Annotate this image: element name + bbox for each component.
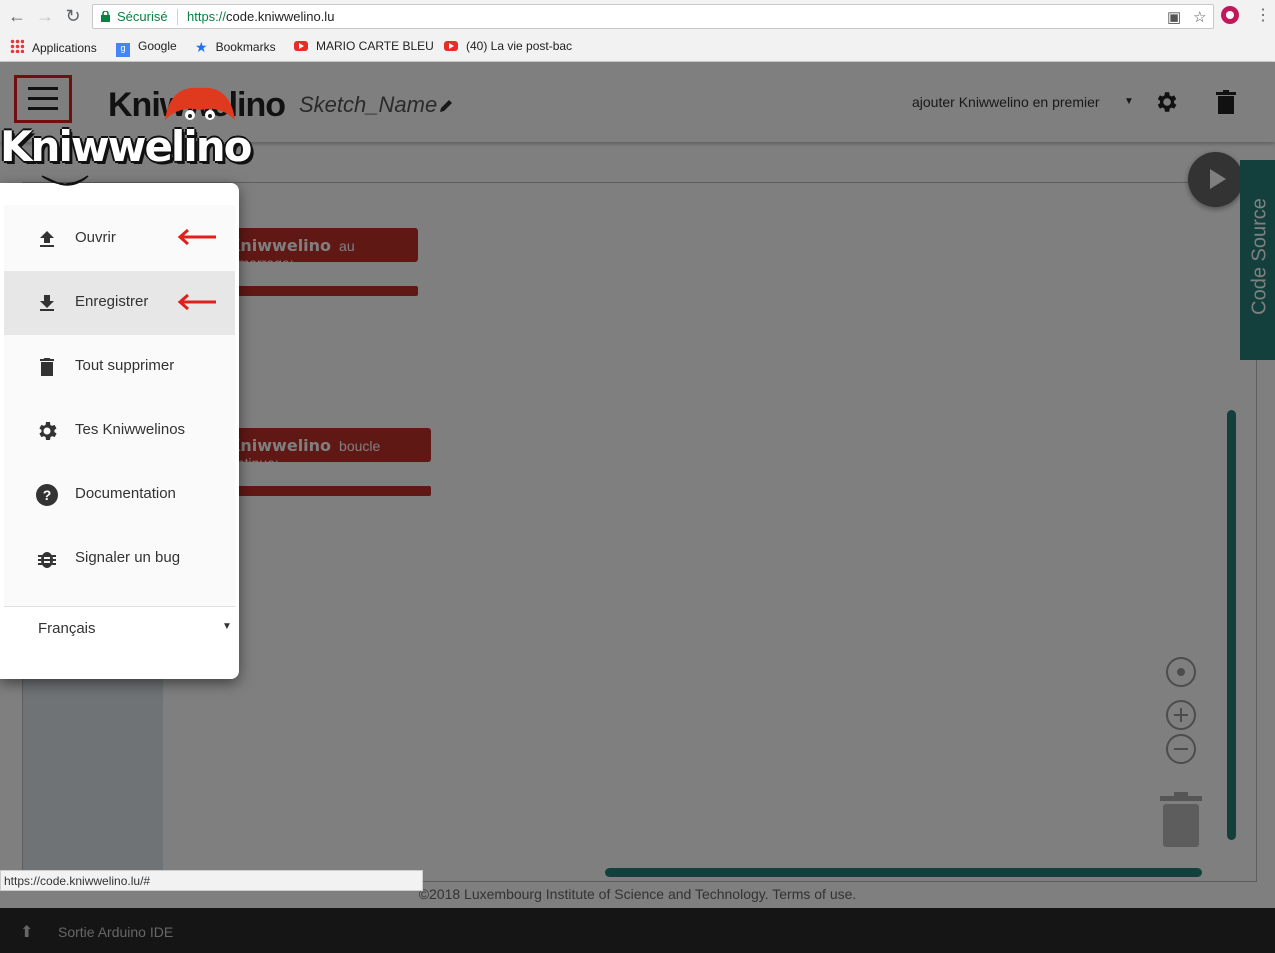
menu-item-documentation[interactable]: ? Documentation bbox=[4, 463, 235, 527]
workspace-trash-icon[interactable] bbox=[1160, 792, 1202, 847]
bookmark-label: (40) La vie post-bac bbox=[466, 39, 573, 53]
reload-icon[interactable]: ↻ bbox=[62, 5, 84, 27]
chevron-down-icon: ▼ bbox=[222, 621, 232, 632]
horizontal-scrollbar[interactable] bbox=[605, 868, 1202, 877]
menu-item-label: Tout supprimer bbox=[75, 357, 175, 374]
side-menu-drawer: Ouvrir Enregistrer Tout supprimer Tes Kn… bbox=[0, 183, 239, 679]
code-source-tab[interactable]: Code Source bbox=[1240, 160, 1275, 360]
kniwwelino-logo: Kniwwelino bbox=[0, 87, 252, 190]
gear-icon bbox=[39, 422, 57, 440]
bookmark-label: Google bbox=[138, 39, 177, 53]
bookmark-label: MARIO CARTE BLEU bbox=[316, 39, 434, 53]
upload-icon bbox=[40, 231, 54, 247]
block-brand: Kniwwelino bbox=[228, 436, 332, 455]
back-icon[interactable]: ← bbox=[6, 5, 28, 27]
trash-icon[interactable] bbox=[1216, 90, 1236, 114]
bookmark-mario[interactable]: MARIO CARTE BLEU bbox=[294, 39, 434, 53]
arrow-left-icon bbox=[177, 228, 216, 246]
apps-icon bbox=[10, 39, 24, 53]
youtube-icon bbox=[444, 41, 458, 51]
gear-icon[interactable] bbox=[1153, 89, 1179, 115]
hamburger-icon bbox=[28, 97, 58, 100]
bookmark-bookmarks[interactable]: ★ Bookmarks bbox=[195, 39, 276, 56]
bookmark-google[interactable]: g Google bbox=[116, 39, 177, 57]
menu-item-label: Signaler un bug bbox=[75, 549, 181, 566]
bug-icon bbox=[38, 552, 56, 568]
star-icon: ★ bbox=[195, 39, 208, 55]
block-brand: Kniwwelino bbox=[228, 236, 332, 255]
arrow-up-icon: ⬆ bbox=[20, 924, 34, 941]
download-icon bbox=[40, 295, 54, 311]
drawer-logo-text: Kniwwelino bbox=[0, 122, 252, 171]
browser-menu-icon[interactable]: ⋮ bbox=[1255, 5, 1271, 25]
pencil-icon[interactable] bbox=[438, 98, 454, 114]
menu-item-label: Enregistrer bbox=[75, 293, 149, 310]
code-source-label: Code Source bbox=[1248, 198, 1271, 315]
menu-item-label: Tes Kniwwelinos bbox=[75, 421, 186, 438]
menu-item-tout-supprimer[interactable]: Tout supprimer bbox=[4, 335, 235, 399]
url-text[interactable]: https://code.kniwwelino.lu bbox=[187, 9, 334, 24]
bookmark-label: Applications bbox=[32, 41, 97, 55]
setup-block-end bbox=[218, 286, 418, 296]
zoom-out-icon[interactable] bbox=[1166, 734, 1196, 764]
loop-block-end bbox=[218, 486, 431, 496]
serial-output-label: Sortie Arduino IDE bbox=[58, 924, 174, 940]
loop-block[interactable]: Kniwwelino boucle continue: bbox=[218, 428, 431, 471]
swoosh-icon bbox=[41, 175, 89, 186]
vertical-scrollbar[interactable] bbox=[1227, 410, 1236, 840]
help-icon: ? bbox=[36, 484, 58, 506]
menu-item-label: Documentation bbox=[75, 485, 176, 502]
bookmark-vie-post-bac[interactable]: (40) La vie post-bac bbox=[444, 39, 572, 53]
recenter-icon[interactable] bbox=[1166, 657, 1196, 687]
svg-text:?: ? bbox=[43, 487, 52, 503]
zoom-in-icon[interactable] bbox=[1166, 700, 1196, 730]
browser-chrome: ← → ↻ Sécurisé https://code.kniwwelino.l… bbox=[0, 0, 1275, 62]
extension-icon[interactable] bbox=[1221, 6, 1239, 24]
url-host: code.kniwwelino.lu bbox=[226, 9, 335, 24]
language-select[interactable]: Français ▼ bbox=[4, 606, 235, 650]
star-bookmark-icon[interactable]: ☆ bbox=[1193, 8, 1206, 26]
menu-item-signaler-bug[interactable]: Signaler un bug bbox=[4, 527, 235, 591]
forward-icon[interactable]: → bbox=[34, 5, 56, 27]
language-label: Français bbox=[38, 620, 96, 637]
translate-icon[interactable]: ▣ bbox=[1167, 8, 1181, 26]
url-scheme: https:// bbox=[187, 9, 227, 24]
trash-icon bbox=[40, 358, 54, 376]
youtube-icon bbox=[294, 41, 308, 51]
status-bar-url: https://code.kniwwelino.lu/# bbox=[0, 870, 423, 891]
board-select[interactable]: ajouter Kniwwelino en premier bbox=[912, 94, 1100, 110]
secure-label: Sécurisé bbox=[117, 9, 168, 24]
serial-output-bar[interactable]: ⬆ Sortie Arduino IDE bbox=[0, 908, 1275, 953]
chevron-down-icon[interactable]: ▼ bbox=[1124, 96, 1134, 107]
address-bar[interactable]: Sécurisé https://code.kniwwelino.lu ▣ ☆ bbox=[92, 4, 1214, 29]
hamburger-icon bbox=[28, 87, 58, 90]
arrow-left-icon bbox=[177, 293, 216, 311]
play-button[interactable] bbox=[1188, 152, 1243, 207]
omnibox-divider bbox=[177, 9, 178, 25]
lock-icon bbox=[101, 11, 110, 22]
google-icon: g bbox=[116, 43, 130, 57]
bookmark-applications[interactable]: Applications bbox=[10, 39, 97, 55]
menu-item-tes-kniwwelinos[interactable]: Tes Kniwwelinos bbox=[4, 399, 235, 463]
bookmark-label: Bookmarks bbox=[215, 40, 276, 54]
sketch-name[interactable]: Sketch_Name bbox=[299, 92, 437, 118]
setup-block[interactable]: Kniwwelino au démarrage: bbox=[218, 228, 418, 271]
menu-item-label: Ouvrir bbox=[75, 229, 116, 246]
